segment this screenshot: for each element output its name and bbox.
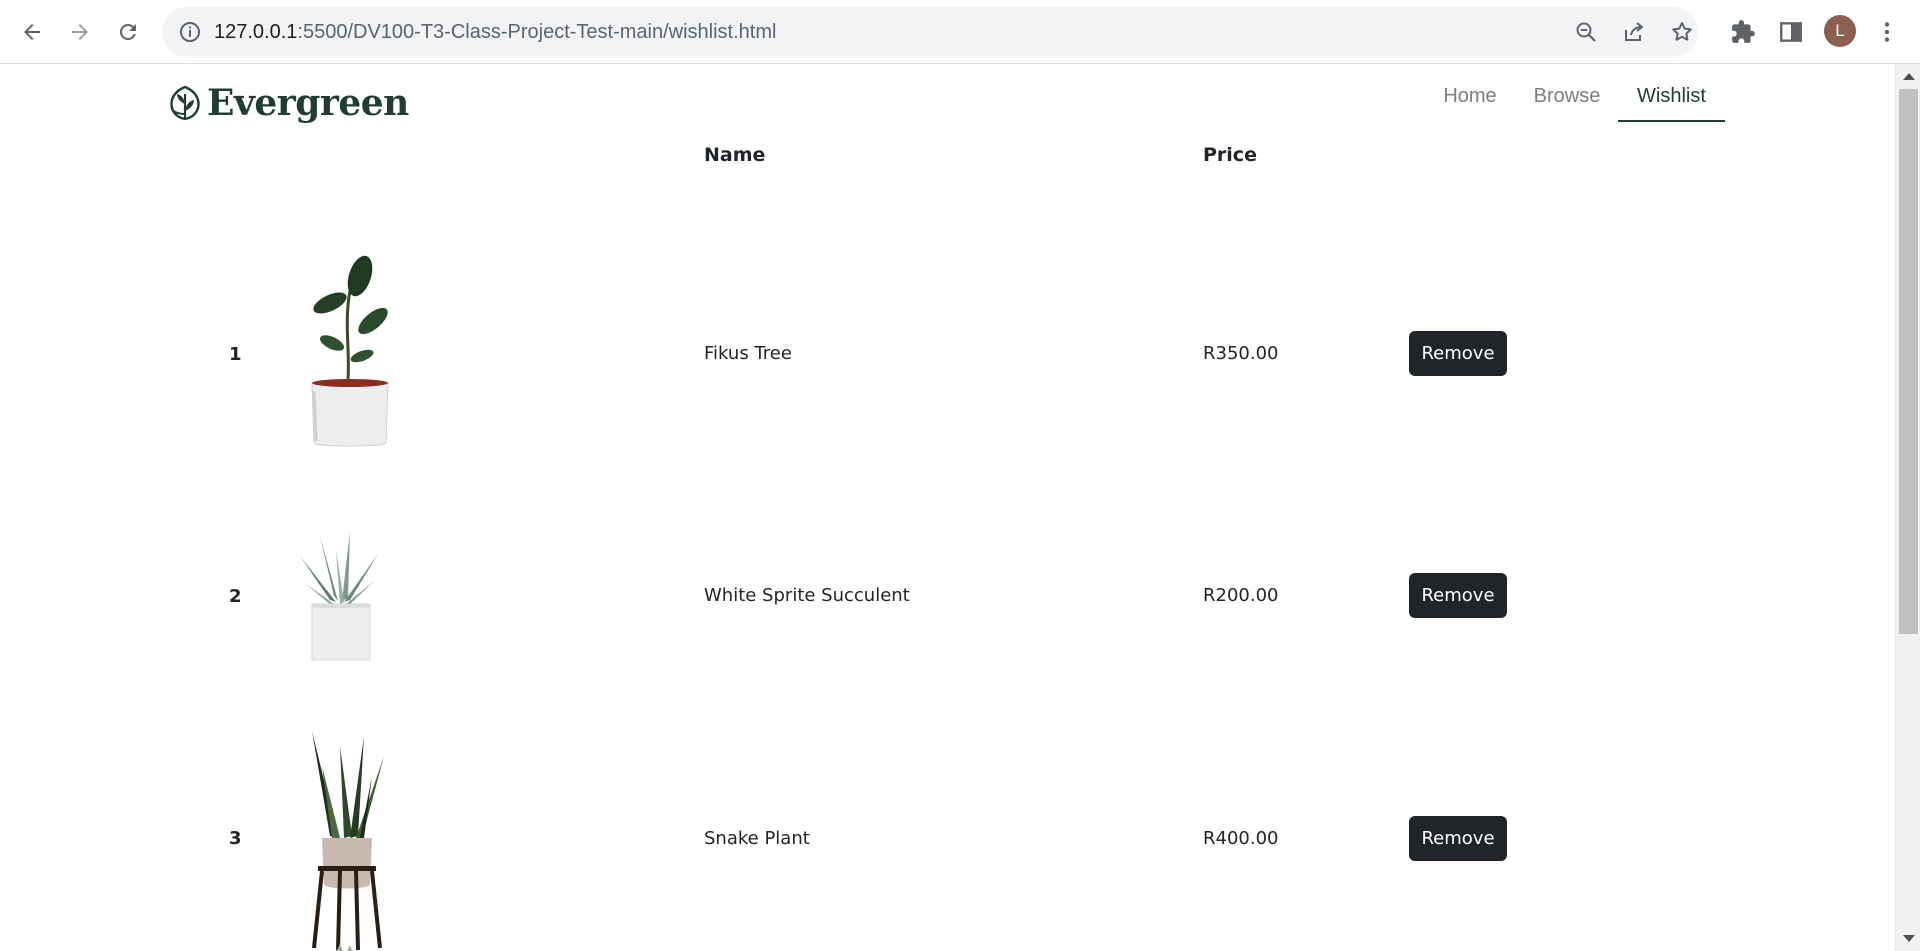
nav-link-home[interactable]: Home (1432, 78, 1508, 122)
site-logo[interactable]: Evergreen (168, 82, 409, 124)
next-plant-image-partial (336, 944, 353, 951)
logo-wordmark: Evergreen (207, 82, 409, 124)
more-menu-icon[interactable] (1874, 19, 1900, 45)
fikus-tree-icon (311, 255, 389, 447)
row-number: 1 (229, 344, 242, 365)
scroll-up-arrow-icon[interactable] (1903, 73, 1915, 80)
page-viewport: Evergreen Home Browse Wishlist Name Pric… (0, 64, 1895, 951)
back-arrow-icon (24, 24, 40, 40)
side-panel-icon[interactable] (1778, 19, 1804, 45)
leaf-logo-icon (170, 85, 200, 121)
reload-icon (119, 23, 136, 40)
column-header-price: Price (1203, 144, 1257, 166)
site-info-icon[interactable] (178, 20, 202, 44)
row-number: 2 (229, 586, 242, 607)
profile-avatar[interactable]: L (1824, 15, 1856, 47)
nav-link-browse[interactable]: Browse (1528, 78, 1606, 122)
forward-arrow-icon (72, 24, 88, 40)
table-row: 2 White Sprite Succulent R200.00 Remove (0, 424, 1895, 664)
table-row: 1 Fikus Tree R350.00 Remove (0, 184, 1895, 447)
scrollbar-thumb[interactable] (1899, 89, 1918, 634)
product-name: White Sprite Succulent (704, 585, 910, 606)
address-bar[interactable]: 127.0.0.1:5500/DV100-T3-Class-Project-Te… (162, 7, 1698, 57)
browser-toolbar: 127.0.0.1:5500/DV100-T3-Class-Project-Te… (0, 0, 1920, 64)
product-name: Snake Plant (704, 828, 810, 849)
product-price: R350.00 (1203, 343, 1279, 364)
table-row: 3 Snake Plant R400.00 Remove (0, 664, 1895, 951)
forward-button[interactable] (60, 12, 100, 52)
back-button[interactable] (12, 12, 52, 52)
remove-button[interactable]: Remove (1409, 573, 1507, 618)
row-number: 3 (229, 828, 242, 849)
bookmark-star-icon[interactable] (1670, 20, 1694, 44)
scroll-down-arrow-icon[interactable] (1903, 935, 1915, 942)
zoom-out-icon[interactable] (1574, 20, 1598, 44)
nav-link-wishlist[interactable]: Wishlist (1618, 78, 1725, 122)
reload-button[interactable] (108, 12, 148, 52)
succulent-icon (300, 531, 378, 661)
remove-button[interactable]: Remove (1409, 331, 1507, 376)
page-scrollbar[interactable] (1895, 64, 1920, 951)
share-icon[interactable] (1622, 20, 1646, 44)
column-header-name: Name (704, 144, 766, 166)
url-text[interactable]: 127.0.0.1:5500/DV100-T3-Class-Project-Te… (214, 21, 776, 44)
extensions-puzzle-icon[interactable] (1730, 19, 1756, 45)
product-price: R200.00 (1203, 585, 1279, 606)
remove-button[interactable]: Remove (1409, 816, 1507, 861)
product-price: R400.00 (1203, 828, 1279, 849)
snake-plant-icon (312, 731, 384, 951)
product-name: Fikus Tree (704, 343, 792, 364)
